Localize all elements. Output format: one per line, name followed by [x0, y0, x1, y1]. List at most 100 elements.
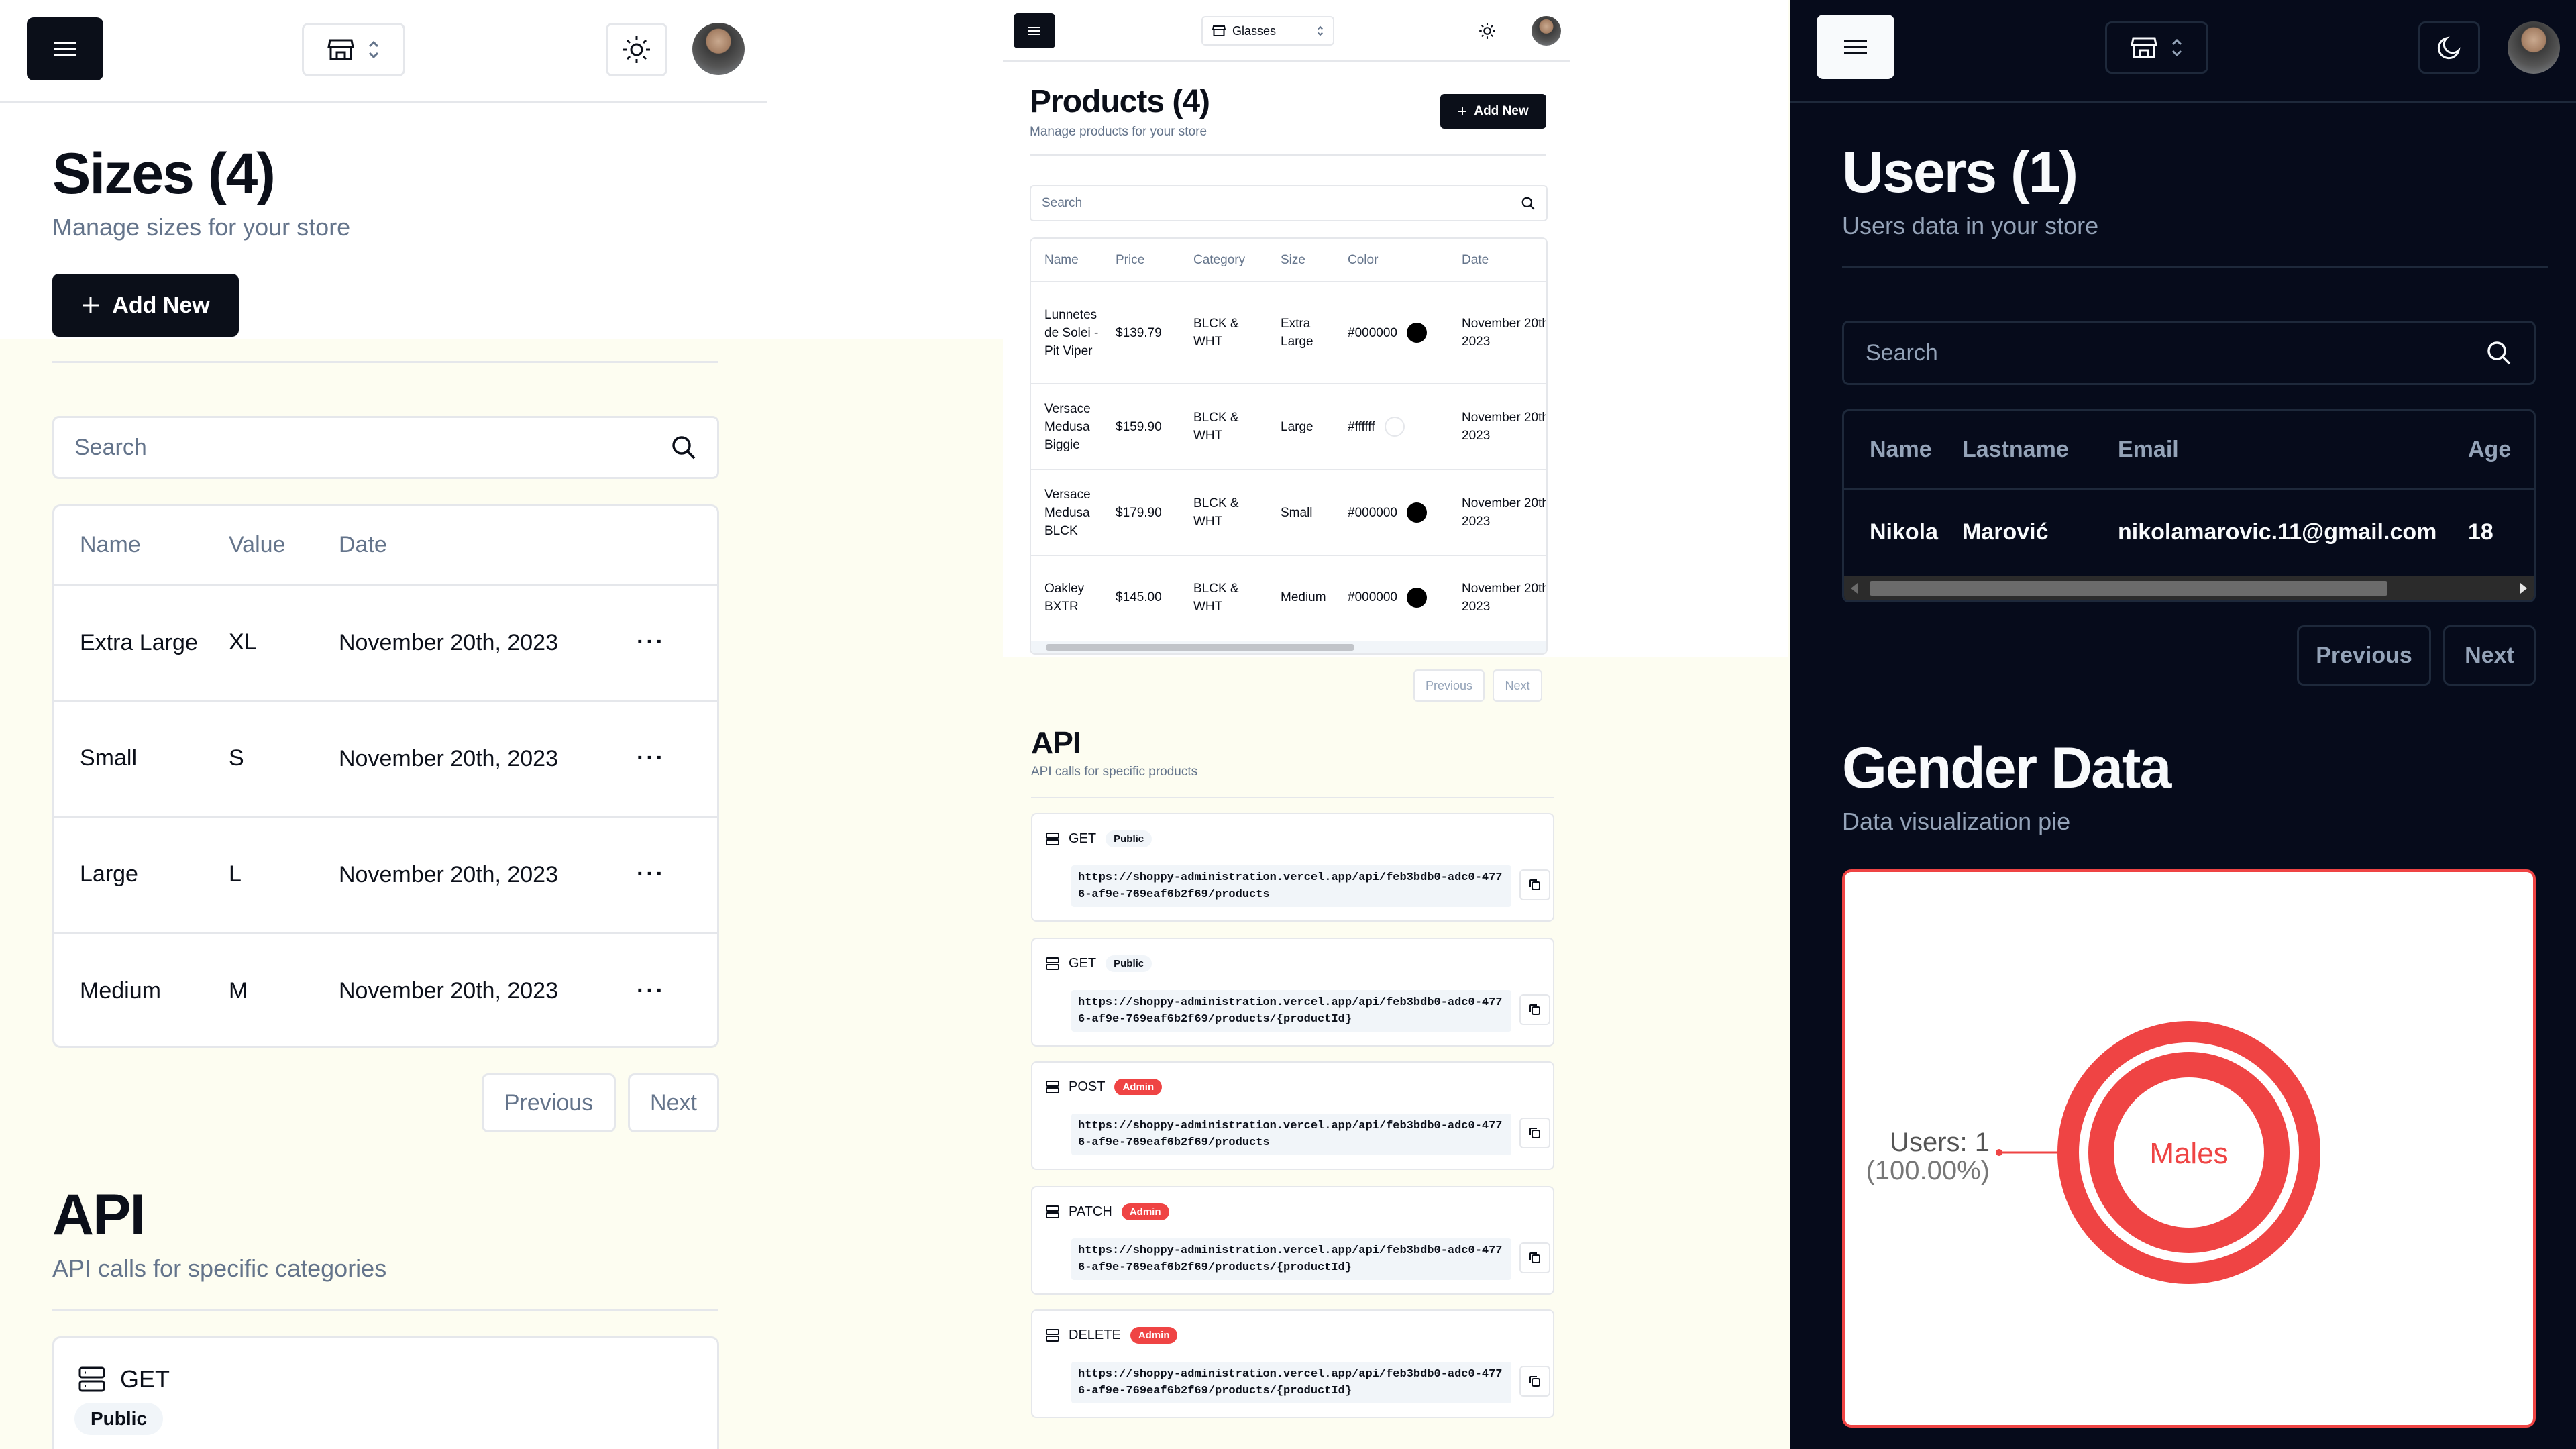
horizontal-scrollbar[interactable] [1844, 576, 2534, 600]
table-row: Large L November 20th, 2023 ··· [54, 816, 717, 932]
api-url: https://shoppy-administration.vercel.app… [1071, 1362, 1511, 1403]
api-card: GET Public https://shoppy-administration… [1031, 938, 1554, 1046]
copy-icon [1529, 1252, 1540, 1263]
row-actions-button[interactable]: ··· [637, 700, 717, 816]
moon-icon [2437, 36, 2461, 60]
api-badge: Admin [1130, 1327, 1178, 1344]
sun-icon [1479, 23, 1495, 39]
copy-icon [1529, 879, 1540, 890]
plus-icon [1458, 107, 1467, 115]
previous-button[interactable]: Previous [1413, 669, 1485, 702]
copy-button[interactable] [1519, 994, 1550, 1025]
column-header: Date [1462, 252, 1489, 267]
column-header: Color [1348, 252, 1379, 267]
menu-icon [1028, 27, 1040, 35]
store-switcher[interactable] [302, 23, 405, 76]
column-header: Name [1870, 436, 1932, 462]
avatar[interactable] [692, 23, 745, 75]
api-subtitle: API calls for specific categories [52, 1254, 387, 1282]
api-title: API [1031, 725, 1081, 760]
api-url: https://shoppy-administration.vercel.app… [1071, 1238, 1511, 1280]
search-input[interactable]: Search [1842, 321, 2536, 385]
menu-button[interactable] [27, 17, 103, 80]
add-new-button[interactable]: Add New [52, 274, 239, 337]
theme-toggle-button[interactable] [2418, 21, 2480, 74]
page-title: Products (4) [1030, 84, 1210, 119]
search-input[interactable]: Search [1030, 185, 1548, 221]
api-card: PATCH Admin https://shoppy-administratio… [1031, 1186, 1554, 1295]
column-header: Category [1193, 252, 1246, 267]
table-row: Versace Medusa Biggie $159.90 BLCK & WHT… [1031, 384, 1546, 470]
page-subtitle: Manage products for your store [1030, 125, 1208, 139]
search-input[interactable]: Search [52, 416, 719, 479]
sun-icon [623, 36, 650, 63]
api-badge: Public [1106, 830, 1152, 847]
column-header: Name [1044, 252, 1079, 267]
row-actions-button[interactable]: ··· [637, 816, 717, 932]
copy-button[interactable] [1519, 1242, 1550, 1273]
color-swatch [1406, 587, 1427, 608]
table-row: Lunnetes de Solei - Pit Viper $139.79 BL… [1031, 282, 1546, 384]
chevron-up-down-icon [2171, 38, 2182, 57]
column-header: Name [80, 531, 141, 557]
chevron-up-down-icon [1318, 25, 1323, 36]
color-swatch [1384, 417, 1405, 437]
next-button[interactable]: Next [1493, 669, 1542, 702]
store-switcher[interactable] [2105, 21, 2208, 74]
next-button[interactable]: Next [2443, 625, 2536, 686]
table-header-row: Name Price Category Size Color Date [1031, 239, 1546, 282]
server-icon [1046, 1329, 1059, 1342]
users-panel: Users (1) Users data in your store Searc… [1790, 0, 2576, 1449]
avatar[interactable] [2508, 21, 2560, 74]
horizontal-scrollbar[interactable] [1031, 641, 1546, 653]
api-badge: Admin [1121, 1203, 1169, 1220]
api-method: DELETE [1069, 1328, 1121, 1342]
table-row: Nikola Marović nikolamarovic.11@gmail.co… [1870, 519, 2493, 545]
api-url: https://shoppy-administration.vercel.app… [1071, 1114, 1511, 1155]
copy-icon [1529, 1128, 1540, 1138]
api-method: POST [1069, 1079, 1106, 1094]
scrollbar-thumb[interactable] [1870, 581, 2387, 596]
pie-callout-dot [1996, 1149, 2002, 1156]
copy-button[interactable] [1519, 1366, 1550, 1397]
api-badge: Public [74, 1403, 164, 1435]
store-icon [327, 39, 354, 60]
column-header: Value [229, 531, 286, 557]
previous-button[interactable]: Previous [482, 1073, 616, 1132]
avatar[interactable] [1532, 16, 1561, 46]
store-icon [1212, 25, 1226, 36]
pie-slice-label: Males [2149, 1137, 2228, 1170]
theme-toggle-button[interactable] [606, 23, 667, 76]
copy-icon [1529, 1376, 1540, 1387]
page-title: Users (1) [1842, 140, 2078, 205]
copy-button[interactable] [1519, 869, 1550, 900]
row-actions-button[interactable]: ··· [637, 584, 717, 700]
api-url: https://shoppy-administration.vercel.app… [1071, 865, 1511, 907]
scrollbar-thumb[interactable] [1046, 644, 1354, 651]
search-icon [2487, 341, 2511, 365]
search-icon [1521, 197, 1535, 210]
server-icon [1046, 957, 1059, 970]
products-table: Name Price Category Size Color Date Lunn… [1030, 237, 1548, 655]
server-icon [1046, 1205, 1059, 1218]
previous-button[interactable]: Previous [2297, 625, 2431, 686]
menu-button[interactable] [1817, 15, 1894, 79]
api-method: GET [1069, 956, 1097, 971]
menu-button[interactable] [1014, 13, 1055, 48]
theme-toggle-button[interactable] [1472, 16, 1502, 46]
add-new-button[interactable]: Add New [1440, 94, 1546, 129]
row-actions-button[interactable]: ··· [637, 932, 717, 1046]
pie-callout-value: Users: 1 [1890, 1128, 1990, 1157]
copy-button[interactable] [1519, 1118, 1550, 1148]
page-subtitle: Users data in your store [1842, 212, 2099, 239]
gender-data-subtitle: Data visualization pie [1842, 808, 2071, 835]
next-button[interactable]: Next [628, 1073, 719, 1132]
sizes-table: Name Value Date Extra Large XL November … [52, 504, 719, 1048]
store-switcher[interactable]: Glasses [1201, 16, 1334, 46]
copy-icon [1529, 1004, 1540, 1015]
column-header: Lastname [1962, 436, 2069, 462]
table-header-row: Name Lastname Email Age [1844, 411, 2534, 489]
search-icon [672, 436, 696, 460]
table-header-row: Name Value Date [54, 506, 717, 584]
api-method: PATCH [1069, 1204, 1112, 1219]
